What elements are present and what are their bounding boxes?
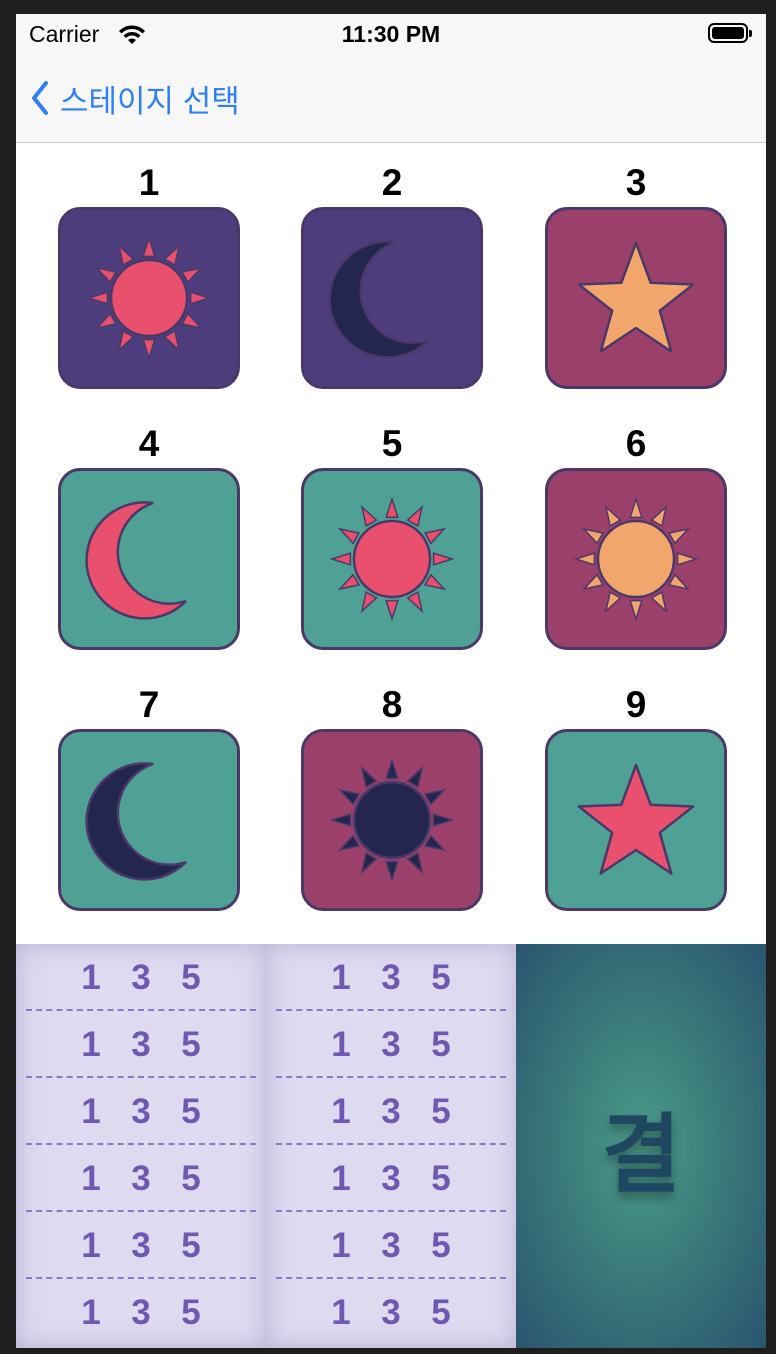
reel-digit: 3 — [381, 1024, 401, 1064]
reel-digit: 5 — [181, 1091, 201, 1131]
reel-row: 135 — [266, 1279, 516, 1346]
reel-row: 135 — [266, 1011, 516, 1078]
reel-row: 135 — [16, 1145, 266, 1212]
reel-row: 135 — [16, 1279, 266, 1346]
navigation-bar: 스테이지 선택 — [16, 56, 766, 143]
reel-digit: 3 — [131, 1292, 151, 1332]
reel-digit: 5 — [181, 1024, 201, 1064]
reel-digit: 1 — [81, 957, 101, 997]
reel-digit: 5 — [431, 1158, 451, 1198]
star-icon — [577, 763, 695, 875]
reel-digit: 1 — [331, 1158, 351, 1198]
reel-digit: 1 — [331, 1091, 351, 1131]
reel-digit: 3 — [381, 957, 401, 997]
reel-digit: 1 — [331, 957, 351, 997]
reel-column-2: 135135135135135135 — [266, 944, 516, 1348]
stage-tile-button[interactable] — [58, 729, 240, 911]
sun-icon — [329, 496, 455, 622]
stage-number: 9 — [625, 684, 647, 725]
reel-row: 135 — [266, 1145, 516, 1212]
stage-cell: 5 — [299, 422, 485, 650]
reel-digit: 5 — [431, 1292, 451, 1332]
stage-tile-button[interactable] — [545, 729, 727, 911]
back-button[interactable]: 스테이지 선택 — [30, 76, 240, 120]
reel-digit: 5 — [181, 1292, 201, 1332]
reel-digit: 5 — [181, 1158, 201, 1198]
reel-digit: 1 — [81, 1292, 101, 1332]
clock-label: 11:30 PM — [341, 21, 441, 47]
stage-number: 1 — [138, 162, 160, 203]
moon-icon — [85, 762, 187, 881]
reel-digit: 1 — [81, 1091, 101, 1131]
chevron-left-icon — [32, 81, 48, 115]
stage-tile-button[interactable] — [301, 729, 483, 911]
stage-tile-button[interactable] — [545, 207, 727, 389]
result-banner: 135135135135135135 135135135135135135 결 — [16, 944, 766, 1348]
stage-number: 4 — [138, 423, 160, 464]
stage-tile-button[interactable] — [58, 207, 240, 389]
reel-digit: 3 — [381, 1225, 401, 1265]
stage-cell: 6 — [543, 422, 729, 650]
stage-cell: 3 — [543, 161, 729, 389]
stage-number: 5 — [381, 423, 403, 464]
stage-grid: 1 2 3 4 5 6 7 8 9 — [16, 143, 766, 944]
reel-row: 135 — [16, 1078, 266, 1145]
reel-digit: 1 — [81, 1225, 101, 1265]
star-icon — [577, 241, 695, 353]
reel-digit: 3 — [131, 1091, 151, 1131]
reel-digit: 5 — [431, 1225, 451, 1265]
stage-cell: 4 — [56, 422, 242, 650]
reel-row: 135 — [16, 1212, 266, 1279]
stage-number: 7 — [138, 684, 160, 725]
stage-tile-button[interactable] — [301, 207, 483, 389]
reel-digit: 3 — [381, 1091, 401, 1131]
reel-digit: 5 — [431, 1091, 451, 1131]
reel-digit: 5 — [181, 1225, 201, 1265]
reel-digit: 1 — [331, 1024, 351, 1064]
reel-digit: 3 — [131, 957, 151, 997]
stage-number: 3 — [625, 162, 647, 203]
reel-digit: 3 — [131, 1158, 151, 1198]
stage-cell: 8 — [299, 683, 485, 911]
back-button-label: 스테이지 선택 — [60, 83, 240, 119]
reel-row: 135 — [16, 944, 266, 1011]
reel-digit: 5 — [431, 957, 451, 997]
reel-digit: 3 — [381, 1158, 401, 1198]
app-screen: Carrier 11:30 PM 스테이지 선택 123456789 13513… — [16, 14, 766, 1348]
reel-row: 135 — [266, 1078, 516, 1145]
reel-digit: 1 — [331, 1225, 351, 1265]
result-panel: 결 — [516, 944, 766, 1348]
reel-digit: 3 — [381, 1292, 401, 1332]
result-text: 결 — [601, 1106, 681, 1203]
stage-tile-button[interactable] — [301, 468, 483, 650]
moon-icon — [328, 240, 430, 359]
reel-digit: 5 — [431, 1024, 451, 1064]
moon-icon — [85, 501, 187, 620]
reel-digit: 5 — [181, 957, 201, 997]
reel-digit: 1 — [81, 1158, 101, 1198]
reel-digit: 3 — [131, 1225, 151, 1265]
sun-icon — [86, 235, 212, 361]
sun-icon — [329, 757, 455, 883]
stage-number: 6 — [625, 423, 647, 464]
reel-row: 135 — [16, 1011, 266, 1078]
reel-row: 135 — [266, 944, 516, 1011]
reel-row: 135 — [266, 1212, 516, 1279]
reel-digit: 1 — [331, 1292, 351, 1332]
stage-number: 2 — [381, 162, 403, 203]
reel-digit: 3 — [131, 1024, 151, 1064]
stage-cell: 9 — [543, 683, 729, 911]
stage-tile-button[interactable] — [545, 468, 727, 650]
stage-cell: 2 — [299, 161, 485, 389]
status-bar: Carrier 11:30 PM — [16, 14, 766, 56]
stage-cell: 1 — [56, 161, 242, 389]
stage-cell: 7 — [56, 683, 242, 911]
stage-tile-button[interactable] — [58, 468, 240, 650]
battery-icon — [708, 23, 752, 43]
reel-column-1: 135135135135135135 — [16, 944, 266, 1348]
stage-number: 8 — [381, 684, 403, 725]
reel-digit: 1 — [81, 1024, 101, 1064]
sun-icon — [573, 496, 699, 622]
